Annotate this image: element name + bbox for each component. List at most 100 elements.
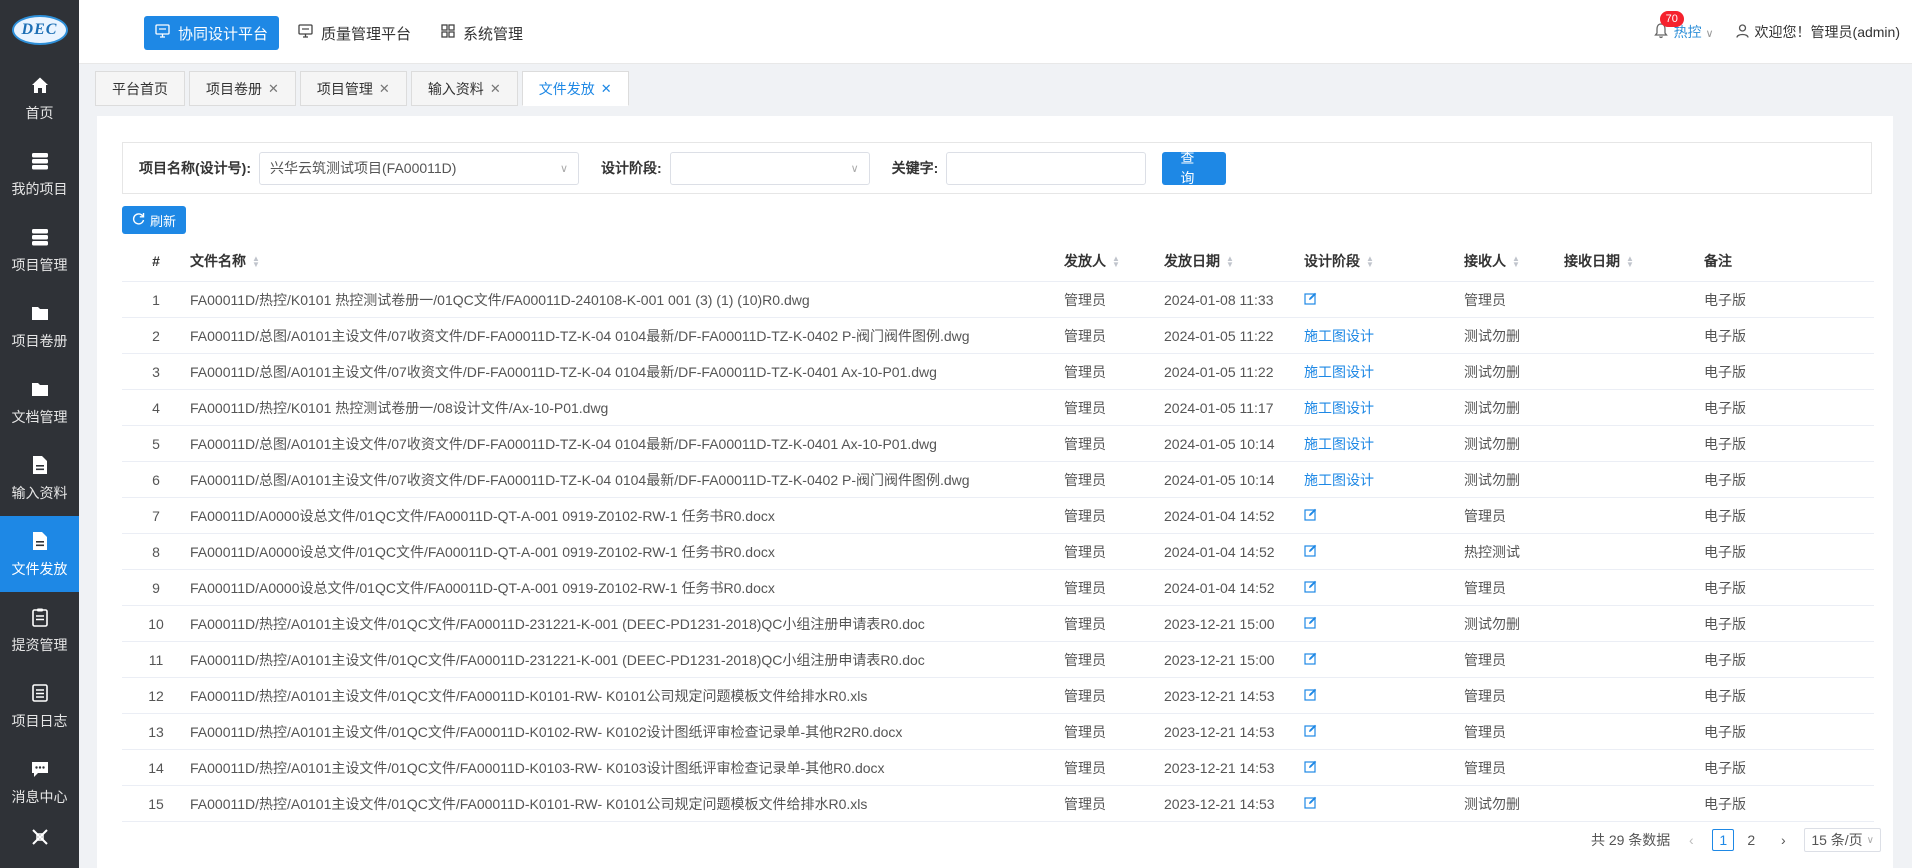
design-stage-link[interactable]: 施工图设计 [1304, 328, 1374, 344]
row-index: 13 [148, 723, 164, 740]
design-stage: 施工图设计 [1304, 470, 1464, 490]
sidebar-item-7[interactable]: 文件发放 [0, 516, 79, 592]
topnav-item-3[interactable]: 系统管理 [430, 16, 534, 50]
close-icon[interactable]: ✕ [268, 81, 279, 97]
edit-icon[interactable] [1304, 580, 1317, 593]
table-row[interactable]: 6 FA00011D/总图/A0101主设文件/07收资文件/DF-FA00011… [122, 462, 1874, 498]
sidebar-item-5[interactable]: 文档管理 [0, 364, 79, 440]
user-menu[interactable]: 欢迎您！管理员(admin) [1735, 22, 1900, 42]
keyword-input[interactable] [946, 151, 1147, 185]
design-stage [1304, 508, 1464, 524]
document-icon [28, 529, 52, 553]
tab-3[interactable]: 项目管理 ✕ [299, 71, 407, 106]
edit-icon[interactable] [1304, 544, 1317, 557]
sender: 管理员 [1064, 795, 1106, 812]
edit-icon[interactable] [1304, 760, 1317, 773]
issue-date: 2024-01-05 10:14 [1164, 435, 1275, 452]
notification-area[interactable]: 70 热控 ∨ [1653, 11, 1714, 42]
file-name: FA00011D/热控/K0101 热控测试卷册一/01QC文件/FA00011… [190, 291, 810, 308]
sidebar-item-2[interactable]: 我的项目 [0, 136, 79, 212]
table-row[interactable]: 8 FA00011D/A0000设总文件/01QC文件/FA00011D-QT-A… [122, 534, 1874, 570]
topnav-item-2[interactable]: 质量管理平台 [287, 16, 422, 50]
filter-bar: 项目名称(设计号): 兴华云筑测试项目(FA00011D) ∨ 设计阶段: ∨ … [122, 142, 1872, 194]
table-row[interactable]: 9 FA00011D/A0000设总文件/01QC文件/FA00011D-QT-A… [122, 570, 1874, 606]
sort-icon[interactable]: ▲ ▼ [1626, 255, 1634, 269]
chevron-down-icon: ∨ [1705, 28, 1714, 40]
edit-icon[interactable] [1304, 724, 1317, 737]
column-header-8: 备注 [1704, 251, 1874, 271]
sidebar-item-8[interactable]: 提资管理 [0, 592, 79, 668]
sort-icon[interactable]: ▲ ▼ [1366, 255, 1374, 269]
column-header-2[interactable]: 文件名称 ▲ ▼ [190, 251, 1064, 271]
table-row[interactable]: 14 FA00011D/热控/A0101主设文件/01QC文件/FA00011D-… [122, 750, 1874, 786]
refresh-button[interactable]: 刷新 [122, 206, 187, 234]
topnav-item-1[interactable]: 协同设计平台 [144, 16, 280, 50]
design-stage-link[interactable]: 施工图设计 [1304, 364, 1374, 380]
page-size-select[interactable]: 15 条/页 ∨ [1804, 828, 1881, 852]
stage-select[interactable]: ∨ [669, 151, 870, 185]
design-stage-link[interactable]: 施工图设计 [1304, 436, 1374, 452]
table-row[interactable]: 3 FA00011D/总图/A0101主设文件/07收资文件/DF-FA00011… [122, 354, 1874, 390]
table-row[interactable]: 13 FA00011D/热控/A0101主设文件/01QC文件/FA00011D-… [122, 714, 1874, 750]
next-page-icon[interactable]: › [1772, 829, 1794, 851]
tab-4[interactable]: 输入资料 ✕ [410, 71, 518, 106]
edit-icon[interactable] [1304, 796, 1317, 809]
table-row[interactable]: 15 FA00011D/热控/A0101主设文件/01QC文件/FA00011D-… [122, 786, 1874, 822]
refresh-label: 刷新 [150, 213, 177, 229]
close-icon[interactable]: ✕ [379, 81, 390, 97]
table-row[interactable]: 5 FA00011D/总图/A0101主设文件/07收资文件/DF-FA00011… [122, 426, 1874, 462]
note: 电子版 [1704, 759, 1746, 776]
query-button[interactable]: 查询 [1162, 150, 1227, 186]
sidebar-item-9[interactable]: 项目日志 [0, 668, 79, 744]
column-header-3[interactable]: 发放人 ▲ ▼ [1064, 251, 1164, 271]
close-icon[interactable]: ✕ [490, 81, 501, 97]
sidebar-item-tools[interactable] [0, 820, 79, 860]
receiver: 管理员 [1464, 723, 1506, 740]
sidebar-item-3[interactable]: 项目管理 [0, 212, 79, 288]
design-stage [1304, 760, 1464, 776]
table-row[interactable]: 7 FA00011D/A0000设总文件/01QC文件/FA00011D-QT-A… [122, 498, 1874, 534]
sidebar-item-4[interactable]: 项目卷册 [0, 288, 79, 364]
top-bar: 协同设计平台 质量管理平台 系统管理 70 热控 ∨ 欢迎您！管理员(admin) [79, 0, 1912, 64]
sort-icon[interactable]: ▲ ▼ [1512, 255, 1520, 269]
table-row[interactable]: 10 FA00011D/热控/A0101主设文件/01QC文件/FA00011D-… [122, 606, 1874, 642]
tab-1[interactable]: 平台首页 [95, 71, 185, 106]
tab-label: 项目管理 [316, 80, 373, 97]
edit-icon[interactable] [1304, 616, 1317, 629]
page-1[interactable]: 1 [1712, 829, 1735, 851]
column-header-4[interactable]: 发放日期 ▲ ▼ [1164, 251, 1304, 271]
receiver: 管理员 [1464, 507, 1506, 524]
edit-icon[interactable] [1304, 292, 1317, 305]
sender: 管理员 [1064, 687, 1106, 704]
column-header-5[interactable]: 设计阶段 ▲ ▼ [1304, 251, 1464, 271]
sidebar-item-6[interactable]: 输入资料 [0, 440, 79, 516]
project-select[interactable]: 兴华云筑测试项目(FA00011D) ∨ [259, 151, 579, 185]
logo[interactable]: DEC [0, 0, 79, 60]
close-icon[interactable]: ✕ [601, 81, 612, 97]
table-row[interactable]: 4 FA00011D/热控/K0101 热控测试卷册一/08设计文件/Ax-10-… [122, 390, 1874, 426]
design-stage-link[interactable]: 施工图设计 [1304, 400, 1374, 416]
edit-icon[interactable] [1304, 688, 1317, 701]
table-row[interactable]: 2 FA00011D/总图/A0101主设文件/07收资文件/DF-FA00011… [122, 318, 1874, 354]
sort-icon[interactable]: ▲ ▼ [1226, 255, 1234, 269]
note: 电子版 [1704, 723, 1746, 740]
note: 电子版 [1704, 291, 1746, 308]
column-header-label: 备注 [1704, 253, 1732, 269]
sidebar-item-10[interactable]: 消息中心 [0, 744, 79, 820]
sender: 管理员 [1064, 471, 1106, 488]
prev-page-icon[interactable]: ‹ [1680, 829, 1702, 851]
table-row[interactable]: 11 FA00011D/热控/A0101主设文件/01QC文件/FA00011D-… [122, 642, 1874, 678]
page-2[interactable]: 2 [1740, 829, 1762, 851]
sort-icon[interactable]: ▲ ▼ [252, 255, 260, 269]
design-stage-link[interactable]: 施工图设计 [1304, 472, 1374, 488]
column-header-7[interactable]: 接收日期 ▲ ▼ [1564, 251, 1704, 271]
tab-5[interactable]: 文件发放 ✕ [521, 71, 629, 106]
edit-icon[interactable] [1304, 652, 1317, 665]
tab-2[interactable]: 项目卷册 ✕ [189, 71, 296, 106]
column-header-6[interactable]: 接收人 ▲ ▼ [1464, 251, 1564, 271]
sort-icon[interactable]: ▲ ▼ [1112, 255, 1120, 269]
edit-icon[interactable] [1304, 508, 1317, 521]
table-row[interactable]: 1 FA00011D/热控/K0101 热控测试卷册一/01QC文件/FA0001… [122, 282, 1874, 318]
sidebar-item-1[interactable]: 首页 [0, 60, 79, 136]
table-row[interactable]: 12 FA00011D/热控/A0101主设文件/01QC文件/FA00011D-… [122, 678, 1874, 714]
